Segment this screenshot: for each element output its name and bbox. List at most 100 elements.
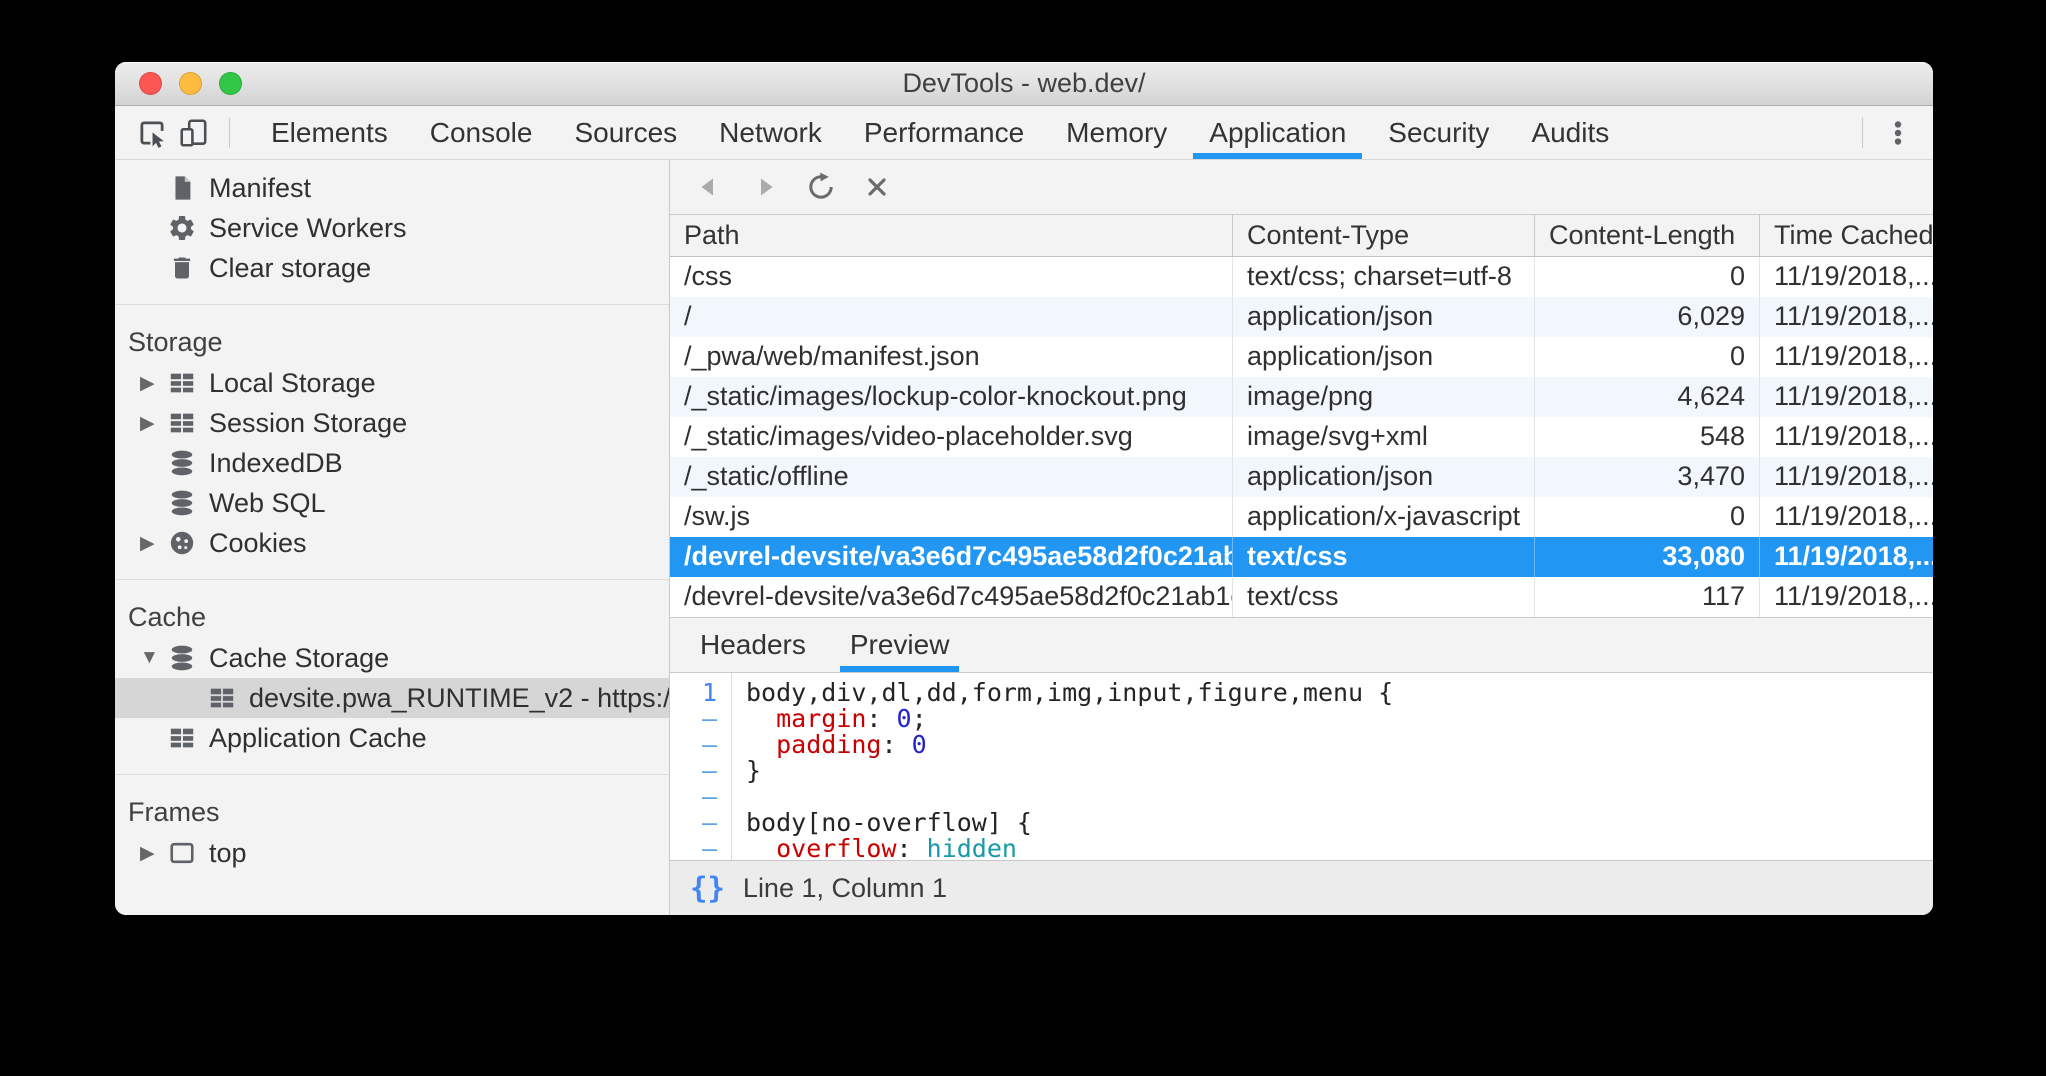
cell-content-type: text/css (1233, 537, 1535, 577)
sidebar-item-devsite-pwa-runtime-v2-https-web-d[interactable]: devsite.pwa_RUNTIME_v2 - https://web.d (115, 678, 669, 718)
cell-content-type: image/svg+xml (1233, 417, 1535, 457)
sidebar-item-cache-storage[interactable]: ▼ Cache Storage (115, 638, 669, 678)
cell-content-type: application/json (1233, 457, 1535, 497)
minimize-window-button[interactable] (179, 72, 202, 95)
sidebar-item-cookies[interactable]: ▶ Cookies (115, 523, 669, 563)
cell-path: /_static/offline (670, 457, 1233, 497)
pretty-print-icon[interactable]: {} (690, 871, 725, 905)
table-row[interactable]: /devrel-devsite/va3e6d7c495ae58d2f0c21ab… (670, 577, 1933, 617)
tab-security[interactable]: Security (1367, 106, 1510, 159)
inspect-element-icon[interactable] (131, 112, 173, 154)
chevron-right-icon[interactable]: ▶ (140, 842, 167, 865)
tab-elements[interactable]: Elements (250, 106, 409, 159)
code-line (746, 784, 1933, 810)
line-number: – (670, 758, 717, 784)
delete-button[interactable] (860, 170, 894, 204)
section-header-cache: Cache (115, 596, 669, 638)
application-sidebar: Manifest Service Workers Clear storage Stor… (115, 160, 670, 915)
sidebar-item-label: top (209, 838, 247, 869)
close-window-button[interactable] (139, 72, 162, 95)
cell-path: / (670, 297, 1233, 337)
tab-performance[interactable]: Performance (843, 106, 1045, 159)
cell-content-length: 0 (1535, 337, 1760, 377)
traffic-lights (139, 62, 242, 105)
table-row[interactable]: /sw.jsapplication/x-javascript011/19/201… (670, 497, 1933, 537)
code-line: padding: 0 (746, 732, 1933, 758)
column-header-content-length[interactable]: Content-Length (1535, 215, 1760, 256)
sidebar-item-label: Local Storage (209, 368, 376, 399)
tab-application[interactable]: Application (1188, 106, 1367, 159)
table-row[interactable]: /csstext/css; charset=utf-8011/19/2018,.… (670, 257, 1933, 297)
sidebar-item-top[interactable]: ▶ top (115, 833, 669, 873)
cell-time-cached: 11/19/2018,... (1760, 297, 1933, 337)
sidebar-item-clear-storage[interactable]: Clear storage (115, 248, 669, 288)
chevron-right-icon[interactable]: ▶ (140, 372, 167, 395)
frame-icon (167, 838, 197, 868)
line-number: – (670, 784, 717, 810)
table-row[interactable]: /_static/images/video-placeholder.svgima… (670, 417, 1933, 457)
tab-memory[interactable]: Memory (1045, 106, 1188, 159)
cell-path: /_static/images/lockup-color-knockout.pn… (670, 377, 1233, 417)
table-row[interactable]: /_static/offlineapplication/json3,47011/… (670, 457, 1933, 497)
table-header: PathContent-TypeContent-LengthTime Cache… (670, 215, 1933, 257)
more-options-icon[interactable] (1877, 112, 1919, 154)
sidebar-item-application-cache[interactable]: Application Cache (115, 718, 669, 758)
cell-path: /css (670, 257, 1233, 297)
preview-code-pane[interactable]: 1–––––– body,div,dl,dd,form,img,input,fi… (670, 673, 1933, 860)
devtools-content: Manifest Service Workers Clear storage Stor… (115, 160, 1933, 915)
devtools-window: DevTools - web.dev/ ElementsConsoleSourc… (115, 62, 1933, 915)
window-title: DevTools - web.dev/ (902, 68, 1145, 99)
column-header-content-type[interactable]: Content-Type (1233, 215, 1535, 256)
sidebar-item-manifest[interactable]: Manifest (115, 168, 669, 208)
sidebar-item-label: Service Workers (209, 213, 407, 244)
cache-toolbar (670, 160, 1933, 215)
code-line: } (746, 758, 1933, 784)
sidebar-item-label: IndexedDB (209, 448, 343, 479)
sidebar-item-label: Clear storage (209, 253, 371, 284)
cookie-icon (167, 528, 197, 558)
tab-audits[interactable]: Audits (1510, 106, 1630, 159)
sidebar-item-local-storage[interactable]: ▶ Local Storage (115, 363, 669, 403)
sidebar-item-label: Cookies (209, 528, 307, 559)
titlebar[interactable]: DevTools - web.dev/ (115, 62, 1933, 106)
cell-time-cached: 11/19/2018,... (1760, 577, 1933, 617)
back-button[interactable] (692, 170, 726, 204)
preview-tab-headers[interactable]: Headers (678, 618, 828, 672)
table-row[interactable]: /application/json6,02911/19/2018,... (670, 297, 1933, 337)
code-line: body,div,dl,dd,form,img,input,figure,men… (746, 680, 1933, 706)
toolbar-separator (229, 118, 230, 148)
chevron-right-icon[interactable]: ▶ (140, 532, 167, 555)
sidebar-item-label: Application Cache (209, 723, 427, 754)
refresh-button[interactable] (804, 170, 838, 204)
sidebar-item-indexeddb[interactable]: IndexedDB (115, 443, 669, 483)
table-row[interactable]: /devrel-devsite/va3e6d7c495ae58d2f0c21ab… (670, 537, 1933, 577)
sidebar-item-label: devsite.pwa_RUNTIME_v2 - https://web.d (249, 683, 669, 714)
sidebar-item-label: Cache Storage (209, 643, 389, 674)
column-header-path[interactable]: Path (670, 215, 1233, 256)
forward-button[interactable] (748, 170, 782, 204)
sidebar-item-service-workers[interactable]: Service Workers (115, 208, 669, 248)
tab-sources[interactable]: Sources (553, 106, 698, 159)
section-header-storage: Storage (115, 321, 669, 363)
table-row[interactable]: /_static/images/lockup-color-knockout.pn… (670, 377, 1933, 417)
cursor-position-label: Line 1, Column 1 (743, 873, 947, 904)
device-toolbar-icon[interactable] (173, 112, 215, 154)
cell-time-cached: 11/19/2018,... (1760, 337, 1933, 377)
cell-path: /_pwa/web/manifest.json (670, 337, 1233, 377)
cell-time-cached: 11/19/2018,... (1760, 537, 1933, 577)
column-header-time-cached[interactable]: Time Cached (1760, 215, 1933, 256)
tab-network[interactable]: Network (698, 106, 843, 159)
sidebar-item-session-storage[interactable]: ▶Session Storage (115, 403, 669, 443)
table-row[interactable]: /_pwa/web/manifest.jsonapplication/json0… (670, 337, 1933, 377)
trash-icon (167, 253, 197, 283)
cell-time-cached: 11/19/2018,... (1760, 377, 1933, 417)
tab-console[interactable]: Console (409, 106, 554, 159)
chevron-right-icon[interactable]: ▶ (140, 412, 167, 435)
zoom-window-button[interactable] (219, 72, 242, 95)
cell-content-length: 0 (1535, 257, 1760, 297)
preview-tab-preview[interactable]: Preview (828, 618, 972, 672)
chevron-down-icon[interactable]: ▼ (140, 647, 167, 669)
line-number-gutter: 1–––––– (670, 673, 732, 860)
cell-content-length: 3,470 (1535, 457, 1760, 497)
sidebar-item-web-sql[interactable]: Web SQL (115, 483, 669, 523)
